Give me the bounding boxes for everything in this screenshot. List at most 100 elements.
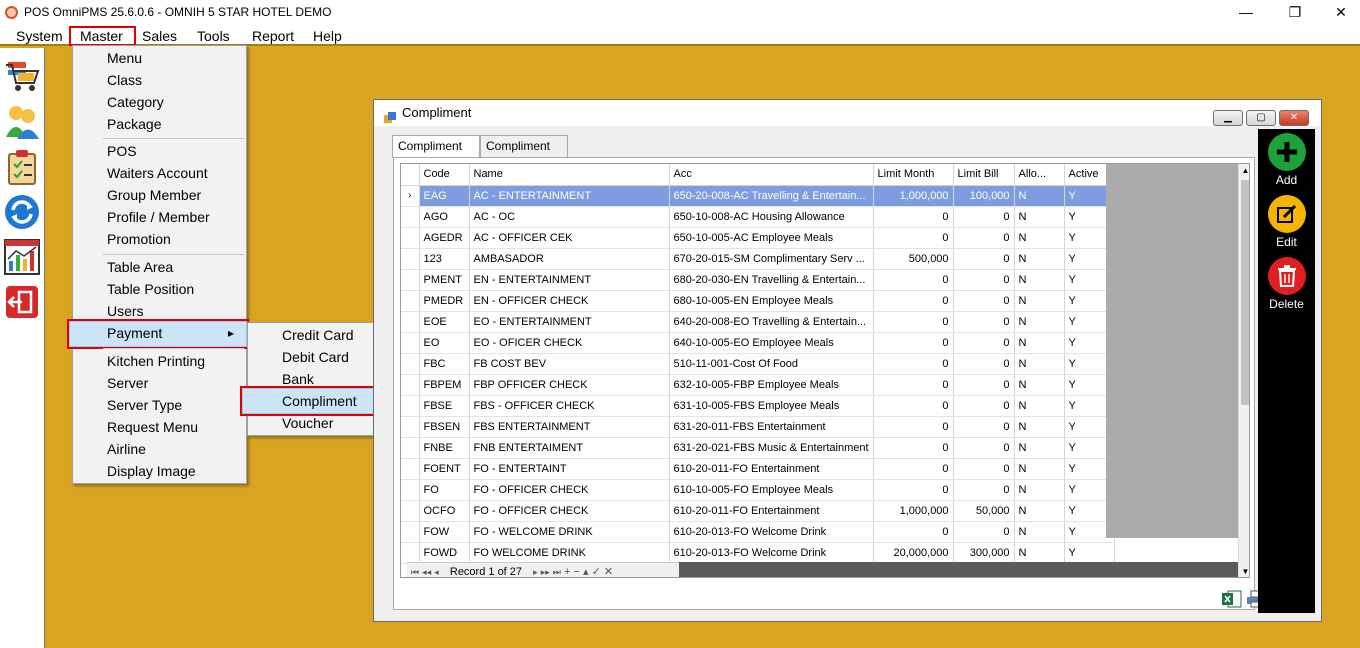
- table-cell-limit-month[interactable]: 0: [873, 311, 954, 333]
- table-row[interactable]: PMEDR EN - OFFICER CHECK 680-10-005-EN Emp…: [401, 290, 1115, 312]
- logout-icon[interactable]: [4, 284, 40, 320]
- table-cell-code[interactable]: 123: [419, 248, 470, 270]
- table-cell-allow[interactable]: N: [1014, 269, 1065, 291]
- menu-item-class[interactable]: Class: [107, 69, 142, 91]
- nav-first-icon[interactable]: ⏮: [411, 567, 419, 577]
- table-cell-limit-month[interactable]: 0: [873, 269, 954, 291]
- menu-help[interactable]: Help: [309, 26, 346, 46]
- table-row[interactable]: EO EO - OFICER CHECK 640-10-005-EO Employe…: [401, 332, 1115, 354]
- menu-item-debit-card[interactable]: Debit Card: [282, 346, 349, 368]
- table-cell-limit-month[interactable]: 20,000,000: [873, 542, 954, 564]
- table-cell-allow[interactable]: N: [1014, 206, 1065, 228]
- row-indicator-cell[interactable]: [401, 206, 420, 228]
- grid-vertical-scrollbar[interactable]: ▲ ▼: [1238, 164, 1249, 577]
- table-cell-acc[interactable]: 680-10-005-EN Employee Meals: [669, 290, 874, 312]
- menu-item-table-area[interactable]: Table Area: [107, 256, 173, 278]
- table-cell-acc[interactable]: 680-20-030-EN Travelling & Entertain...: [669, 269, 874, 291]
- table-cell-acc[interactable]: 640-20-008-EO Travelling & Entertain...: [669, 311, 874, 333]
- grid-horizontal-scrollbar[interactable]: [679, 562, 1238, 577]
- table-cell-limit-bill[interactable]: 300,000: [953, 542, 1015, 564]
- table-cell-limit-month[interactable]: 0: [873, 395, 954, 417]
- table-cell-name[interactable]: FO - ENTERTAINT: [469, 458, 670, 480]
- table-cell-name[interactable]: FBS - OFFICER CHECK: [469, 395, 670, 417]
- row-indicator-cell[interactable]: [401, 374, 420, 396]
- table-row[interactable]: FBPEM FBP OFFICER CHECK 632-10-005-FBP Emp…: [401, 374, 1115, 396]
- table-cell-allow[interactable]: N: [1014, 227, 1065, 249]
- menu-sales[interactable]: Sales: [138, 26, 181, 46]
- table-cell-allow[interactable]: N: [1014, 437, 1065, 459]
- menu-item-request-menu[interactable]: Request Menu: [107, 416, 198, 438]
- table-cell-code[interactable]: PMENT: [419, 269, 470, 291]
- table-cell-acc[interactable]: 650-10-005-AC Employee Meals: [669, 227, 874, 249]
- table-cell-limit-bill[interactable]: 0: [953, 395, 1015, 417]
- table-cell-name[interactable]: FBS ENTERTAINMENT: [469, 416, 670, 438]
- menu-item-payment[interactable]: Payment: [107, 322, 162, 344]
- menu-item-menu[interactable]: Menu: [107, 47, 142, 69]
- table-cell-name[interactable]: EN - OFFICER CHECK: [469, 290, 670, 312]
- report-chart-icon[interactable]: [4, 239, 40, 275]
- table-cell-code[interactable]: FO: [419, 479, 470, 501]
- table-cell-name[interactable]: FBP OFFICER CHECK: [469, 374, 670, 396]
- row-indicator-cell[interactable]: [401, 416, 420, 438]
- table-cell-limit-bill[interactable]: 0: [953, 353, 1015, 375]
- nav-last-icon[interactable]: ⏭: [553, 567, 561, 577]
- menu-item-display-image[interactable]: Display Image: [107, 460, 196, 482]
- table-cell-code[interactable]: FNBE: [419, 437, 470, 459]
- table-cell-limit-month[interactable]: 1,000,000: [873, 500, 954, 522]
- nav-next-icon[interactable]: ▸: [533, 567, 538, 577]
- column-header-limit-month[interactable]: Limit Month: [873, 164, 954, 186]
- table-cell-acc[interactable]: 650-10-008-AC Housing Allowance: [669, 206, 874, 228]
- row-indicator-cell[interactable]: [401, 395, 420, 417]
- table-row[interactable]: 123 AMBASADOR 670-20-015-SM Complimentary …: [401, 248, 1115, 270]
- table-cell-limit-month[interactable]: 0: [873, 416, 954, 438]
- table-cell-limit-bill[interactable]: 0: [953, 437, 1015, 459]
- table-row[interactable]: FBSEN FBS ENTERTAINMENT 631-20-011-FBS Ent…: [401, 416, 1115, 438]
- table-cell-name[interactable]: AC - OC: [469, 206, 670, 228]
- table-cell-limit-bill[interactable]: 0: [953, 416, 1015, 438]
- table-cell-name[interactable]: FO - WELCOME DRINK: [469, 521, 670, 543]
- menu-item-package[interactable]: Package: [107, 113, 161, 135]
- table-cell-acc[interactable]: 631-20-011-FBS Entertainment: [669, 416, 874, 438]
- table-row[interactable]: PMENT EN - ENTERTAINMENT 680-20-030-EN Tra…: [401, 269, 1115, 291]
- menu-item-pos[interactable]: POS: [107, 140, 137, 162]
- table-cell-limit-bill[interactable]: 100,000: [953, 185, 1015, 207]
- menu-system[interactable]: System: [12, 26, 67, 46]
- table-cell-name[interactable]: FO WELCOME DRINK: [469, 542, 670, 564]
- child-maximize-button[interactable]: ▢: [1246, 110, 1276, 126]
- table-cell-limit-bill[interactable]: 0: [953, 458, 1015, 480]
- table-cell-acc[interactable]: 631-10-005-FBS Employee Meals: [669, 395, 874, 417]
- nav-add-icon[interactable]: +: [564, 566, 570, 577]
- table-cell-limit-bill[interactable]: 0: [953, 206, 1015, 228]
- table-cell-limit-month[interactable]: 0: [873, 458, 954, 480]
- column-header-name[interactable]: Name: [469, 164, 670, 186]
- table-cell-code[interactable]: EAG: [419, 185, 470, 207]
- menu-item-category[interactable]: Category: [107, 91, 164, 113]
- table-cell-allow[interactable]: N: [1014, 290, 1065, 312]
- table-cell-limit-month[interactable]: 0: [873, 521, 954, 543]
- menu-item-promotion[interactable]: Promotion: [107, 228, 171, 250]
- menu-tools[interactable]: Tools: [193, 26, 234, 46]
- table-cell-acc[interactable]: 610-20-013-FO Welcome Drink: [669, 542, 874, 564]
- tab-compliment-list[interactable]: Compliment List: [392, 135, 480, 173]
- table-row[interactable]: OCFO FO - OFFICER CHECK 610-20-011-FO Ente…: [401, 500, 1115, 522]
- table-cell-limit-month[interactable]: 0: [873, 332, 954, 354]
- table-cell-allow[interactable]: N: [1014, 458, 1065, 480]
- minimize-button[interactable]: —: [1223, 0, 1269, 24]
- table-cell-acc[interactable]: 610-20-013-FO Welcome Drink: [669, 521, 874, 543]
- table-row[interactable]: AGEDR AC - OFFICER CEK 650-10-005-AC Emplo…: [401, 227, 1115, 249]
- table-cell-allow[interactable]: N: [1014, 353, 1065, 375]
- users-icon[interactable]: [4, 103, 40, 139]
- tab-compliment-entry[interactable]: Compliment Entry: [480, 135, 568, 173]
- table-cell-acc[interactable]: 640-10-005-EO Employee Meals: [669, 332, 874, 354]
- menu-report[interactable]: Report: [248, 26, 298, 46]
- row-indicator-cell[interactable]: [401, 521, 420, 543]
- nav-delete-icon[interactable]: −: [573, 566, 579, 577]
- table-cell-acc[interactable]: 510-11-001-Cost Of Food: [669, 353, 874, 375]
- table-cell-acc[interactable]: 632-10-005-FBP Employee Meals: [669, 374, 874, 396]
- table-row[interactable]: › EAG AC - ENTERTAINMENT 650-20-008-AC Trav…: [401, 185, 1115, 207]
- table-cell-limit-bill[interactable]: 0: [953, 332, 1015, 354]
- menu-item-kitchen-printing[interactable]: Kitchen Printing: [107, 350, 205, 372]
- table-cell-code[interactable]: FOWD: [419, 542, 470, 564]
- table-cell-allow[interactable]: N: [1014, 248, 1065, 270]
- column-header-code[interactable]: Code: [419, 164, 470, 186]
